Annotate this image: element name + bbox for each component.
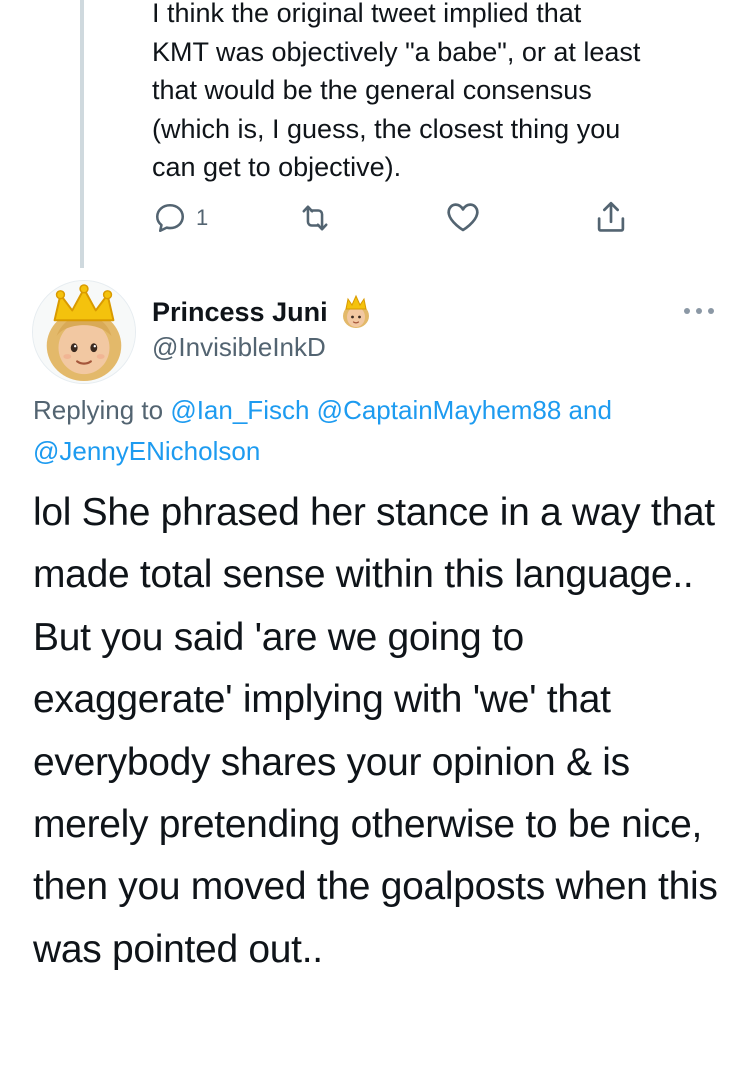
reply-button[interactable]: 1 (152, 200, 208, 236)
princess-emoji (342, 294, 369, 328)
tweet-body-text: lol She phrased her stance in a way that… (33, 491, 718, 971)
more-dots-icon[interactable] (682, 306, 716, 316)
like-button[interactable] (444, 198, 482, 236)
reply-bubble-icon (155, 203, 185, 233)
author-handle[interactable]: @InvisibleInkD (152, 332, 326, 363)
princess-avatar[interactable] (32, 280, 136, 384)
princess-avatar-image (33, 281, 135, 383)
retweet-icon (302, 205, 328, 231)
tweet-thread-page: I think the original tweet implied that … (0, 0, 750, 1067)
replying-and[interactable]: and (569, 395, 612, 425)
author-display-name[interactable]: Princess Juni (152, 297, 328, 328)
tweet-action-bar: 1 (0, 198, 750, 238)
reply-count: 1 (196, 205, 209, 230)
author-name-row[interactable]: Princess Juni (152, 294, 374, 330)
mention-ian-fisch[interactable]: @Ian_Fisch (170, 395, 309, 425)
mention-captain-mayhem[interactable]: @CaptainMayhem88 (317, 395, 562, 425)
replying-to-line: Replying to @Ian_Fisch @CaptainMayhem88 … (33, 390, 723, 472)
mention-jenny-nicholson[interactable]: @JennyENicholson (33, 436, 260, 466)
heart-icon (447, 203, 479, 232)
replying-to-label: Replying to (33, 395, 164, 425)
retweet-button[interactable] (296, 200, 334, 236)
share-icon (597, 201, 625, 232)
previous-tweet-text: I think the original tweet implied that … (152, 0, 641, 182)
share-button[interactable] (592, 198, 630, 236)
